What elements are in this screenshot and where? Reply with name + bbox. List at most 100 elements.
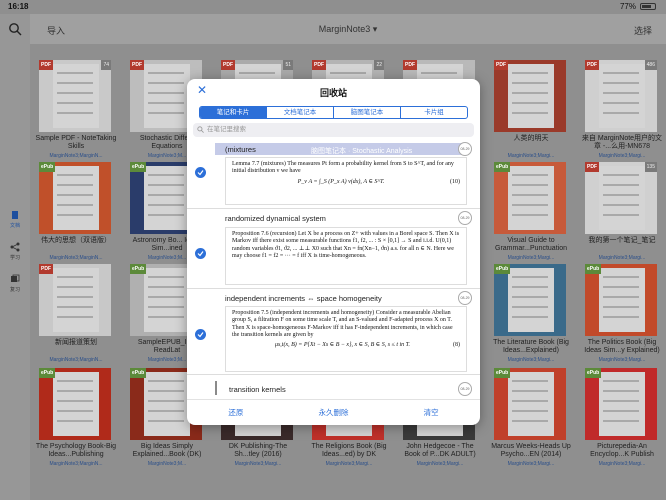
note-search-input[interactable]: 在笔记里搜索 xyxy=(193,123,474,137)
cover-line xyxy=(603,112,639,114)
note-excerpt: Proposition 7.6 (recursion) Let X be a p… xyxy=(225,227,467,285)
notebook-selector[interactable]: MarginNote3 ▾ xyxy=(30,24,666,35)
restore-button[interactable]: 还原 xyxy=(187,400,285,425)
divider xyxy=(215,381,217,395)
file-type-badge: PDF xyxy=(585,60,599,70)
list-item[interactable]: 脑图笔记本 · Stochastic Analysis (mixtures 08… xyxy=(187,141,480,209)
formula-text: P_ν A = ∫_S (P_x A) ν(dx), A ∈ S^T. xyxy=(297,178,385,185)
file-type-badge: ePub xyxy=(130,264,147,274)
cover-line xyxy=(512,420,548,422)
empty-button[interactable]: 清空 xyxy=(382,400,480,425)
document-tags: MarginNote3;Margi... xyxy=(598,461,646,467)
document-tile[interactable]: PDF 74 Sample PDF - NoteTaking Skills Margi… xyxy=(35,52,117,164)
cover-line xyxy=(57,194,93,196)
document-tile[interactable]: PDF 新闻报道策划 MarginNote3;MarginN... xyxy=(35,256,117,368)
cover-line xyxy=(512,82,548,84)
tab-mindmap-notebooks[interactable]: 脑图笔记本 xyxy=(334,107,401,118)
excerpt-text: Proposition 7.5 (independent increments … xyxy=(232,310,453,338)
document-tile[interactable]: PDF 486 来自 MarginNote用户的文章 -...么用-MN678 Mar… xyxy=(581,52,663,164)
cover-line xyxy=(57,92,93,94)
select-button[interactable]: 选择 xyxy=(634,24,652,37)
cover-line xyxy=(57,420,93,422)
document-cover xyxy=(39,60,111,132)
note-title: randomized dynamical system xyxy=(225,214,326,223)
date-badge: 08-29 xyxy=(458,142,472,156)
document-title: 人类的明天 xyxy=(513,135,549,142)
document-cover xyxy=(39,368,111,440)
cover-line xyxy=(148,286,184,288)
tab-document-notebooks[interactable]: 文档笔记本 xyxy=(267,107,334,118)
tab-card-decks[interactable]: 卡片组 xyxy=(401,107,467,118)
cover-line xyxy=(421,72,457,74)
document-tile[interactable]: ePub 伟大的思想（双语版） MarginNote3;MarginN... xyxy=(35,154,117,266)
document-cover xyxy=(585,162,657,234)
document-tile[interactable]: ePub Marcus Weeks-Heads Up Psycho...EN (2… xyxy=(490,360,572,472)
cover-line xyxy=(603,214,639,216)
sidebar-item-review[interactable]: 复习 xyxy=(0,274,30,293)
document-tags: MarginNote3;Margi... xyxy=(507,461,555,467)
cover-line xyxy=(148,204,184,206)
cover-line xyxy=(512,390,548,392)
sidebar-item-documents[interactable]: 文档 xyxy=(0,210,30,229)
cover-line xyxy=(148,400,184,402)
cover-line xyxy=(148,82,184,84)
cover-line xyxy=(57,380,93,382)
cover-line xyxy=(57,204,93,206)
cover-line xyxy=(603,184,639,186)
checkmark-icon[interactable] xyxy=(195,167,206,178)
file-type-badge: PDF xyxy=(403,60,417,70)
cover-line xyxy=(148,276,184,278)
sidebar-item-study[interactable]: 学习 xyxy=(0,242,30,261)
cover-line xyxy=(512,400,548,402)
list-item[interactable]: independent increments ⇔ space homogenei… xyxy=(187,291,480,375)
note-excerpt: Proposition 7.5 (independent increments … xyxy=(225,306,467,372)
cover-line xyxy=(57,174,93,176)
document-tile[interactable]: ePub Visual Guide to Grammar...Punctuatio… xyxy=(490,154,572,266)
document-tile[interactable]: ePub Picturepedia-An Encyclop...K Publish… xyxy=(581,360,663,472)
cover-line xyxy=(603,306,639,308)
cover-line xyxy=(148,102,184,104)
sidebar-item-label: 学习 xyxy=(9,255,20,261)
file-type-badge: PDF xyxy=(130,60,144,70)
document-cover xyxy=(494,264,566,336)
document-tile[interactable]: ePub The Psychology Book-Big Ideas...Publ… xyxy=(35,360,117,472)
document-tile[interactable]: PDF 人类的明天 MarginNote3;Margi... xyxy=(490,52,572,164)
cover-line xyxy=(512,286,548,288)
document-tile[interactable]: ePub The Politics Book (Big Ideas Sim...y… xyxy=(581,256,663,368)
cover-line xyxy=(603,420,639,422)
top-bar: 导入 MarginNote3 ▾ 选择 xyxy=(30,14,666,44)
cover-line xyxy=(512,184,548,186)
document-tile[interactable]: ePub The Literature Book (Big Ideas...Exp… xyxy=(490,256,572,368)
search-icon[interactable] xyxy=(8,22,22,36)
cover-line xyxy=(57,400,93,402)
sidebar-item-label: 文档 xyxy=(9,223,20,229)
cover-line xyxy=(57,306,93,308)
delete-permanently-button[interactable]: 永久删除 xyxy=(285,400,383,425)
list-item[interactable]: randomized dynamical system 08-29 Propos… xyxy=(187,211,480,289)
file-type-badge: ePub xyxy=(39,162,56,172)
note-excerpt: Lemma 7.7 (mixtures) The measures Pt for… xyxy=(225,157,467,205)
cover-line xyxy=(57,102,93,104)
cover-line xyxy=(512,276,548,278)
cover-line xyxy=(603,316,639,318)
document-tile[interactable]: PDF 135 我的第一个笔记_笔记 MarginNote3;Margi... xyxy=(581,154,663,266)
checkmark-icon[interactable] xyxy=(195,248,206,259)
cover-line xyxy=(603,194,639,196)
formula: μs,t(x, B) = P{Xt − Xs ∈ B − x}, x ∈ S, … xyxy=(232,342,460,349)
dialog-footer: 还原 永久删除 清空 xyxy=(187,399,480,425)
checkmark-icon[interactable] xyxy=(195,329,206,340)
note-count-badge: 135 xyxy=(644,162,657,172)
cover-line xyxy=(57,296,93,298)
document-tags: MarginNote3;Margi... xyxy=(416,461,464,467)
cover-line xyxy=(512,174,548,176)
note-count-badge: 51 xyxy=(283,60,293,70)
file-type-badge: PDF xyxy=(39,264,53,274)
document-title: 来自 MarginNote用户的文章 -...么用-MN678 xyxy=(581,135,663,150)
document-title: John Hedgecoe - The Book of P...DK ADULT… xyxy=(404,443,476,458)
tab-notes-and-cards[interactable]: 笔记和卡片 xyxy=(200,107,267,118)
file-type-badge: PDF xyxy=(312,60,326,70)
note-title: transition kernels xyxy=(229,385,286,394)
document-title: Visual Guide to Grammar...Punctuation xyxy=(495,237,567,252)
list-item[interactable]: transition kernels 08-29 xyxy=(187,377,480,399)
cover-line xyxy=(603,296,639,298)
